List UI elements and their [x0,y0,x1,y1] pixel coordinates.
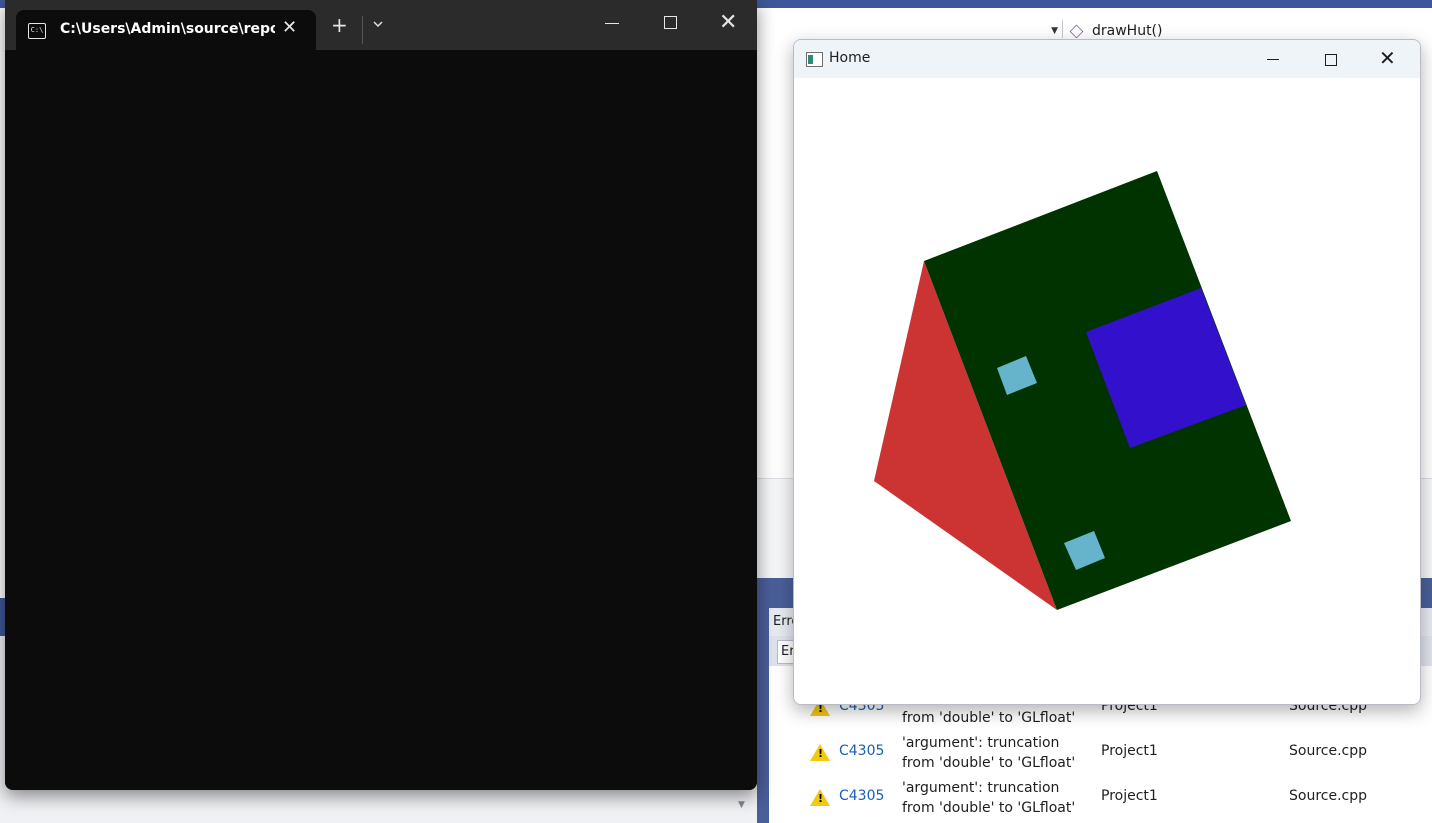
minimize-icon[interactable] [1267,59,1279,60]
scroll-down-icon[interactable]: ▼ [738,800,745,810]
terminal-tab-title: C:\Users\Admin\source\repos [60,21,275,37]
terminal-output-area[interactable] [5,50,757,790]
command-prompt-icon: C:\ [28,23,46,39]
error-description: 'argument': truncation from 'double' to … [902,735,1076,771]
method-cube-icon [1069,24,1084,39]
error-code-link[interactable]: C4305 [839,743,884,759]
error-project: Project1 [1101,788,1158,804]
error-file: Source.cpp [1289,743,1368,759]
opengl-home-window[interactable]: Home ✕ [793,39,1421,705]
window-title: Home [829,50,871,66]
error-file: Source.cpp [1289,788,1368,804]
app-window-icon [806,52,823,67]
error-code-link[interactable]: C4305 [839,788,884,804]
home-window-titlebar[interactable]: Home ✕ [794,40,1420,78]
titlebar-separator [362,16,363,44]
close-tab-icon[interactable]: ✕ [282,17,297,38]
error-description: 'argument': truncation from 'double' to … [902,780,1076,816]
new-tab-icon[interactable]: + [331,15,348,35]
close-icon[interactable]: ✕ [1379,46,1396,70]
chevron-down-icon[interactable] [373,19,383,29]
terminal-titlebar[interactable]: C:\ C:\Users\Admin\source\repos ✕ + ✕ [5,0,757,50]
maximize-icon[interactable] [664,16,677,29]
error-project: Project1 [1101,743,1158,759]
close-icon[interactable]: ✕ [719,10,737,35]
error-row[interactable]: ! C4305 'argument': truncation from 'dou… [769,731,1432,776]
maximize-icon[interactable] [1325,54,1337,66]
gl-render-canvas [794,78,1420,704]
minimize-icon[interactable] [605,23,619,24]
terminal-window[interactable]: C:\ C:\Users\Admin\source\repos ✕ + ✕ [5,0,757,790]
error-row[interactable]: ! C4305 'argument': truncation from 'dou… [769,776,1432,821]
terminal-tab[interactable]: C:\ C:\Users\Admin\source\repos ✕ [16,10,316,50]
